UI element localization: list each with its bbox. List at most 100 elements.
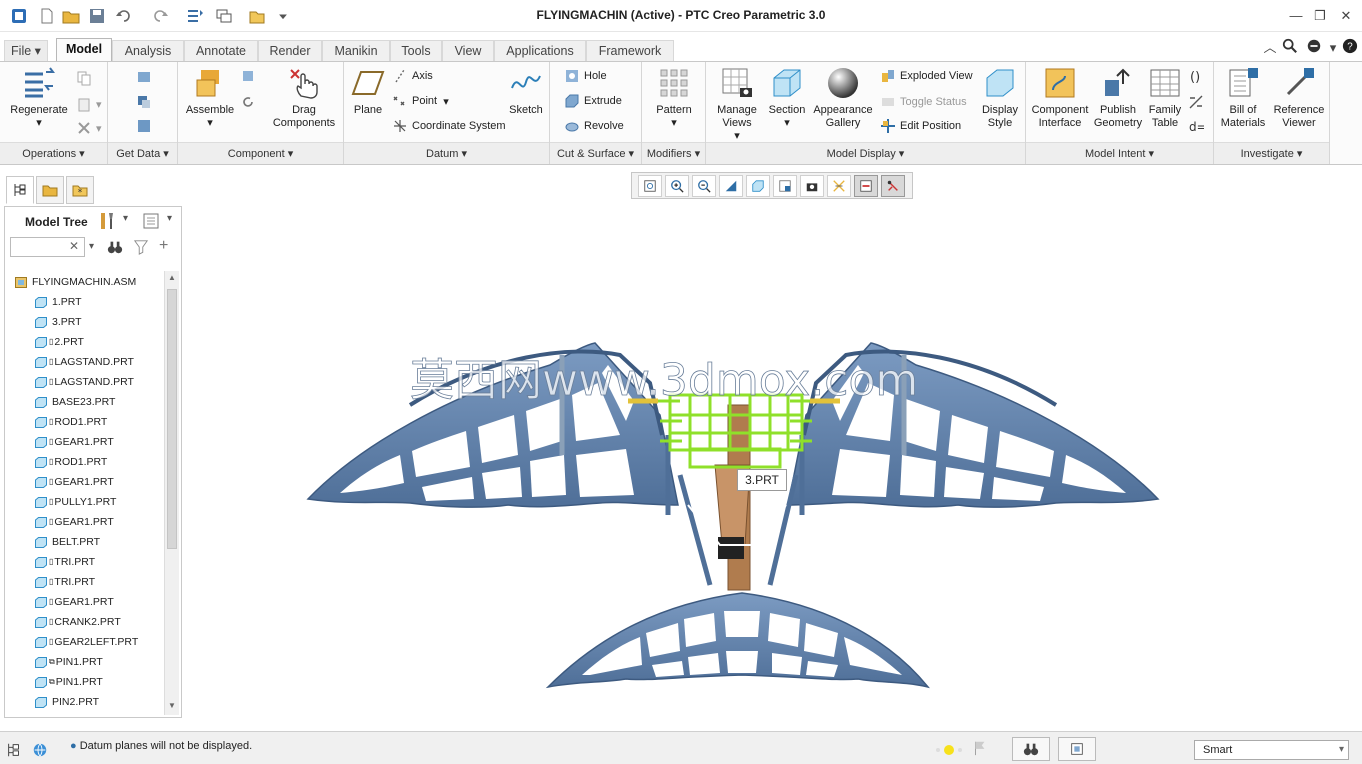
revolve-button[interactable]: Revolve xyxy=(564,118,624,134)
filter-button[interactable] xyxy=(133,239,151,257)
drag-components-button[interactable]: Drag Components xyxy=(268,66,340,130)
tree-item[interactable]: ⧉ PIN1.PRT xyxy=(35,673,103,691)
bill-of-materials-button[interactable]: Bill of Materials xyxy=(1216,66,1270,130)
edit-position-button[interactable]: Edit Position xyxy=(880,118,961,134)
tree-item[interactable]: BASE23.PRT xyxy=(35,393,115,411)
find-status-button[interactable] xyxy=(1012,737,1050,761)
tab-applications[interactable]: Applications xyxy=(494,40,586,62)
tab-render[interactable]: Render xyxy=(258,40,322,62)
selection-buffer-button[interactable] xyxy=(1058,737,1096,761)
repeat-button[interactable] xyxy=(240,94,260,110)
zoom-out-button[interactable] xyxy=(692,174,716,197)
group-label-component[interactable]: Component ▾ xyxy=(178,142,343,164)
tree-item[interactable]: 3.PRT xyxy=(35,313,82,331)
tree-item[interactable]: ⧉ PIN1.PRT xyxy=(35,653,103,671)
tree-item[interactable]: ▯ 2.PRT xyxy=(35,333,84,351)
hole-button[interactable]: Hole xyxy=(564,68,607,84)
tree-item[interactable]: ▯ PULLY1.PRT xyxy=(35,493,116,511)
tab-tools[interactable]: Tools xyxy=(390,40,442,62)
assemble-button[interactable]: Assemble ▾ xyxy=(182,66,238,130)
scroll-down-icon[interactable]: ▼ xyxy=(168,701,176,710)
tree-settings-dropdown-icon[interactable]: ▾ xyxy=(123,213,128,224)
show-options-dropdown-icon[interactable]: ▾ xyxy=(167,213,172,224)
plane-button[interactable]: Plane xyxy=(348,66,388,117)
show-options-button[interactable] xyxy=(141,211,161,231)
filter-dropdown-icon[interactable]: ▾ xyxy=(1339,741,1344,759)
create-component-button[interactable] xyxy=(240,68,260,84)
tree-item[interactable]: 1.PRT xyxy=(35,293,82,311)
scroll-up-icon[interactable]: ▲ xyxy=(168,273,176,282)
tree-item[interactable]: ▯ GEAR1.PRT xyxy=(35,433,114,451)
manage-views-button[interactable]: Manage Views ▾ xyxy=(712,66,762,143)
tree-root-node[interactable]: FLYINGMACHIN.ASM xyxy=(15,273,136,291)
tab-view[interactable]: View xyxy=(442,40,494,62)
group-label-cut-surface[interactable]: Cut & Surface ▾ xyxy=(550,142,641,164)
tree-item[interactable]: BELT.PRT xyxy=(35,533,100,551)
tab-framework[interactable]: Framework xyxy=(586,40,674,62)
toggle-navigator-button[interactable] xyxy=(6,742,28,762)
saved-orientations-button[interactable] xyxy=(773,174,797,197)
display-style-view-button[interactable] xyxy=(746,174,770,197)
coordinate-system-button[interactable]: Coordinate System xyxy=(392,118,506,134)
group-label-model-display[interactable]: Model Display ▾ xyxy=(706,142,1025,164)
appearance-gallery-button[interactable]: Appearance Gallery xyxy=(810,66,876,130)
group-label-model-intent[interactable]: Model Intent ▾ xyxy=(1026,142,1213,164)
delete-button[interactable]: ▾ xyxy=(76,120,102,136)
regeneration-status-icon[interactable] xyxy=(934,742,966,758)
switch-dimensions-button[interactable] xyxy=(1188,94,1208,110)
scrollbar-thumb[interactable] xyxy=(167,289,177,549)
copy-geometry-button[interactable] xyxy=(136,94,156,110)
tree-item[interactable]: ▯ ROD1.PRT xyxy=(35,453,107,471)
ptc-community-icon[interactable] xyxy=(1302,38,1326,58)
restore-button[interactable]: ❐ xyxy=(1308,6,1332,26)
parameters-button[interactable]: d= xyxy=(1188,118,1208,134)
annotation-display-button[interactable] xyxy=(881,174,905,197)
clear-search-icon[interactable]: ✕ xyxy=(69,239,79,253)
tree-item[interactable]: ▯ GEAR1.PRT xyxy=(35,513,114,531)
help-icon[interactable]: ? xyxy=(1338,38,1362,58)
group-label-datum[interactable]: Datum ▾ xyxy=(344,142,549,164)
section-button[interactable]: Section ▾ xyxy=(764,66,810,130)
relations-button[interactable]: () xyxy=(1188,68,1208,84)
component-interface-button[interactable]: Component Interface xyxy=(1028,66,1092,130)
search-history-dropdown-icon[interactable]: ▾ xyxy=(89,241,94,252)
group-label-get-data[interactable]: Get Data ▾ xyxy=(108,142,177,164)
tree-item[interactable]: ▯ LAGSTAND.PRT xyxy=(35,353,134,371)
tree-item[interactable]: ▯ TRI.PRT xyxy=(35,573,95,591)
repaint-button[interactable] xyxy=(719,174,743,197)
axis-button[interactable]: Axis xyxy=(392,68,433,84)
search-icon[interactable] xyxy=(1278,38,1302,58)
datum-display-filters-button[interactable] xyxy=(854,174,878,197)
tab-analysis[interactable]: Analysis xyxy=(112,40,184,62)
reference-viewer-button[interactable]: Reference Viewer xyxy=(1270,66,1328,130)
favorites-tab[interactable]: * xyxy=(66,176,94,204)
display-style-button[interactable]: Display Style xyxy=(978,66,1022,130)
view-manager-button[interactable] xyxy=(800,174,824,197)
toggle-browser-button[interactable] xyxy=(32,742,54,762)
sketch-button[interactable]: Sketch xyxy=(504,66,548,117)
tree-item[interactable]: ▯ GEAR1.PRT xyxy=(35,473,114,491)
model-tree-tab[interactable] xyxy=(6,176,34,204)
zoom-in-button[interactable] xyxy=(665,174,689,197)
copy-button[interactable] xyxy=(76,70,96,86)
extrude-button[interactable]: Extrude xyxy=(564,93,622,109)
tab-model[interactable]: Model xyxy=(56,38,112,62)
tree-item[interactable]: ▯ ROD1.PRT xyxy=(35,413,107,431)
tab-file[interactable]: File ▾ xyxy=(4,40,48,62)
paste-button[interactable]: ▾ xyxy=(76,96,102,112)
selection-filter-select[interactable]: Smart ▾ xyxy=(1194,740,1349,760)
tree-item[interactable]: ▯ GEAR2LEFT.PRT xyxy=(35,633,138,651)
tab-annotate[interactable]: Annotate xyxy=(184,40,258,62)
tree-settings-button[interactable] xyxy=(97,211,119,231)
tab-manikin[interactable]: Manikin xyxy=(322,40,390,62)
exploded-view-button[interactable]: Exploded View xyxy=(880,68,973,84)
minimize-button[interactable]: — xyxy=(1284,6,1308,26)
user-defined-feature-button[interactable] xyxy=(136,68,156,84)
group-label-modifiers[interactable]: Modifiers ▾ xyxy=(642,142,705,164)
tree-item[interactable]: ▯ TRI.PRT xyxy=(35,553,95,571)
family-table-button[interactable]: Family Table xyxy=(1146,66,1184,130)
point-button[interactable]: Point ▾ xyxy=(392,93,449,109)
publish-geometry-button[interactable]: Publish Geometry xyxy=(1092,66,1144,130)
tree-item[interactable]: ▯ GEAR1.PRT xyxy=(35,593,114,611)
model-tree-scrollbar[interactable]: ▲ ▼ xyxy=(164,271,179,715)
